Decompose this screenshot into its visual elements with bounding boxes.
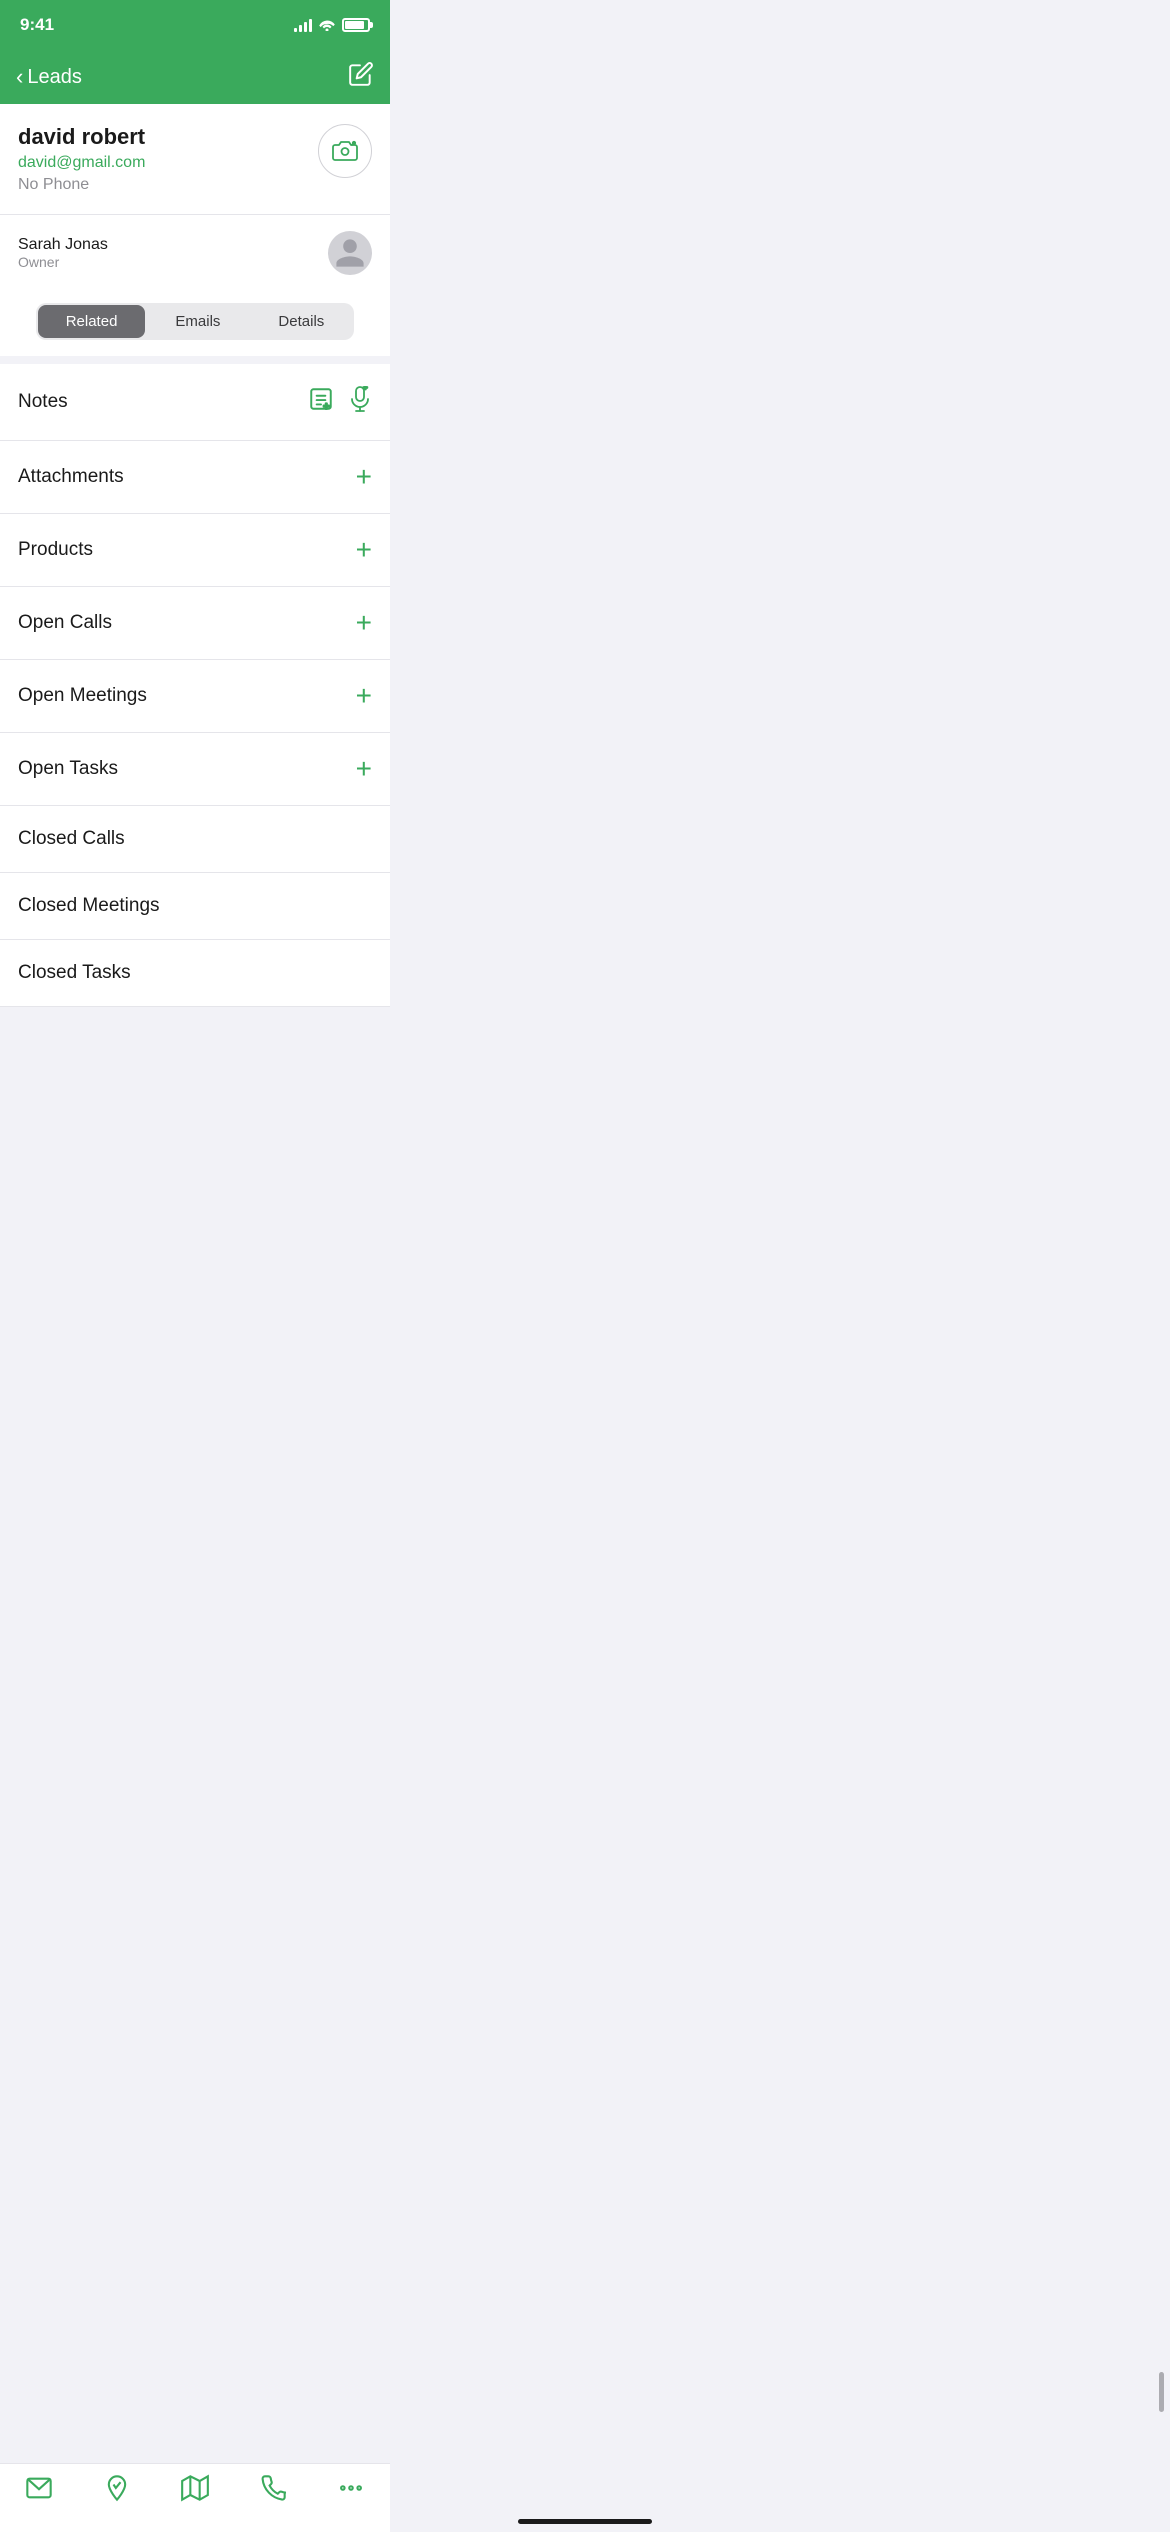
- tab-more[interactable]: [337, 2474, 365, 2502]
- add-product-button[interactable]: +: [356, 536, 372, 564]
- owner-info: Sarah Jonas Owner: [18, 236, 108, 270]
- open-calls-label: Open Calls: [18, 612, 112, 634]
- owner-role: Owner: [18, 254, 108, 270]
- notes-label: Notes: [18, 391, 68, 413]
- wifi-icon: [318, 17, 336, 34]
- contact-name: david robert: [18, 124, 145, 150]
- open-tasks-row: Open Tasks +: [0, 733, 390, 806]
- notes-row: Notes + +: [0, 364, 390, 441]
- scroll-indicator: [1159, 2372, 1164, 2412]
- signal-icon: [294, 18, 312, 32]
- closed-tasks-label: Closed Tasks: [18, 962, 131, 984]
- contact-info: david robert david@gmail.com No Phone: [18, 124, 145, 194]
- tab-map[interactable]: [181, 2474, 209, 2502]
- products-row: Products +: [0, 514, 390, 587]
- add-open-call-button[interactable]: +: [356, 609, 372, 637]
- add-note-text-button[interactable]: +: [308, 386, 334, 418]
- products-label: Products: [18, 539, 93, 561]
- status-time: 9:41: [20, 15, 54, 35]
- attachments-label: Attachments: [18, 466, 124, 488]
- status-bar: 9:41: [0, 0, 390, 50]
- email-icon: [25, 2474, 53, 2502]
- tab-email[interactable]: [25, 2474, 53, 2502]
- back-button[interactable]: ‹ Leads: [16, 64, 82, 90]
- content-section: Notes + +: [0, 356, 390, 1107]
- owner-row: Sarah Jonas Owner: [0, 215, 390, 291]
- open-calls-row: Open Calls +: [0, 587, 390, 660]
- closed-meetings-row: Closed Meetings: [0, 873, 390, 940]
- open-meetings-label: Open Meetings: [18, 685, 147, 707]
- more-icon: [337, 2474, 365, 2502]
- tab-emails[interactable]: Emails: [147, 305, 248, 338]
- add-open-task-button[interactable]: +: [356, 755, 372, 783]
- open-meetings-row: Open Meetings +: [0, 660, 390, 733]
- status-icons: [294, 17, 370, 34]
- svg-text:+: +: [323, 401, 329, 412]
- add-attachment-button[interactable]: +: [356, 463, 372, 491]
- add-open-meeting-button[interactable]: +: [356, 682, 372, 710]
- open-tasks-label: Open Tasks: [18, 758, 118, 780]
- svg-text:+: +: [363, 386, 368, 392]
- map-icon: [181, 2474, 209, 2502]
- avatar-icon: [333, 236, 367, 270]
- tab-related[interactable]: Related: [38, 305, 146, 338]
- closed-calls-row: Closed Calls: [0, 806, 390, 873]
- home-indicator: [518, 2519, 652, 2524]
- battery-icon: [342, 18, 370, 32]
- closed-tasks-row: Closed Tasks: [0, 940, 390, 1007]
- checkin-icon: [103, 2474, 131, 2502]
- edit-button[interactable]: [348, 61, 374, 93]
- tab-details[interactable]: Details: [250, 305, 352, 338]
- tab-checkin[interactable]: [103, 2474, 131, 2502]
- camera-icon: [332, 140, 358, 162]
- phone-icon: [259, 2474, 287, 2502]
- add-note-voice-button[interactable]: +: [348, 386, 372, 418]
- contact-header: david robert david@gmail.com No Phone: [18, 124, 372, 194]
- nav-back-label: Leads: [27, 66, 82, 89]
- closed-calls-label: Closed Calls: [18, 828, 125, 850]
- tabs-container: Related Emails Details: [0, 291, 390, 356]
- nav-bar: ‹ Leads: [0, 50, 390, 104]
- contact-phone: No Phone: [18, 176, 145, 194]
- back-chevron-icon: ‹: [16, 64, 23, 90]
- contact-card: david robert david@gmail.com No Phone: [0, 104, 390, 214]
- bottom-tab-bar: [0, 2463, 390, 2532]
- tab-phone[interactable]: [259, 2474, 287, 2502]
- closed-meetings-label: Closed Meetings: [18, 895, 160, 917]
- notes-actions: + +: [308, 386, 372, 418]
- owner-name: Sarah Jonas: [18, 236, 108, 254]
- attachments-row: Attachments +: [0, 441, 390, 514]
- contact-email[interactable]: david@gmail.com: [18, 154, 145, 172]
- tabs-group: Related Emails Details: [36, 303, 355, 340]
- camera-button[interactable]: [318, 124, 372, 178]
- avatar: [328, 231, 372, 275]
